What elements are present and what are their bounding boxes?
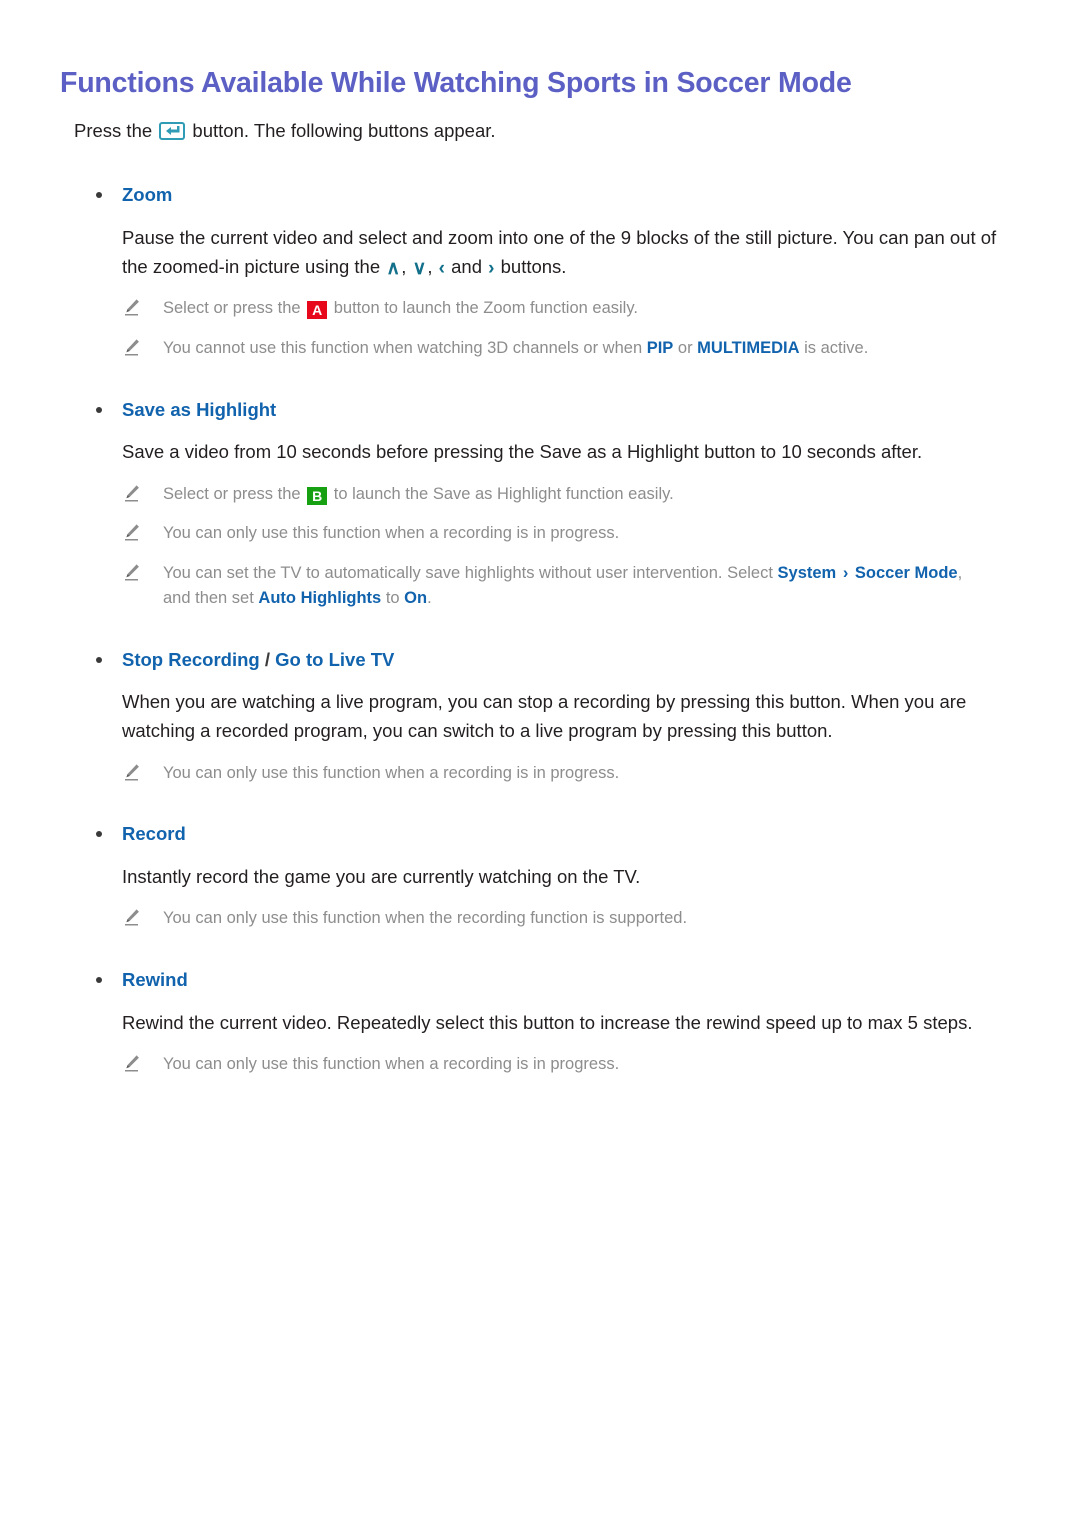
note-highlight-multimedia: MULTIMEDIA [697,338,800,357]
heading-separator: / [259,648,276,670]
note-item: Select or press the B to launch the Save… [60,467,1020,507]
bullet-heading-label: Save as Highlight [122,398,277,420]
note-item: Select or press the A button to launch t… [60,281,1020,321]
breadcrumb-arrow-icon: › [838,564,853,583]
bullet-heading-save-as-highlight: Save as Highlight [60,396,1020,424]
bullet-heading-label: Rewind [122,969,188,991]
section-rewind: Rewind Rewind the current video. Repeate… [60,931,1020,1077]
note-seg: You can set the TV to automatically save… [163,564,778,583]
bullet-heading-label: Record [122,823,186,845]
body-text-save-as-highlight: Save a video from 10 seconds before pres… [122,441,923,463]
note-item: You can only use this function when a re… [60,506,1020,546]
section-zoom: Zoom Pause the current video and select … [60,146,1020,361]
pencil-icon [122,908,141,927]
pencil-icon [122,763,141,782]
bullet-dot-icon [96,191,102,198]
note-seg: is active. [799,338,869,357]
body-text-rewind: Rewind the current video. Repeatedly sel… [122,1011,973,1033]
note-seg: or [673,338,698,357]
note-seg: to [381,588,405,607]
note-item: You can only use this function when the … [60,891,1020,931]
note-highlight-system: System [777,564,837,583]
intro-text-before: Press the [74,120,158,142]
note-item: You can only use this function when a re… [60,746,1020,786]
body-text-zoom: Pause the current video and select and z… [60,209,1020,281]
note-seg: You can only use this function when a re… [163,1055,620,1074]
section-stop-recording: Stop Recording / Go to Live TV When you … [60,611,1020,786]
chevron-down-icon: ∨ [412,257,427,279]
chevron-up-icon: ∧ [386,257,401,279]
bullet-dot-icon [96,406,102,413]
note-seg: . [427,588,432,607]
page-title: Functions Available While Watching Sport… [60,67,852,99]
note-highlight-soccer-mode: Soccer Mode [854,564,958,583]
pencil-icon [122,523,141,542]
note-seg: Select or press the [163,299,306,318]
zoom-body-part-2: buttons. [495,255,567,277]
chevron-sep-3: and [446,255,488,277]
note-seg: You can only use this function when a re… [163,524,620,543]
bullet-dot-icon [96,656,102,663]
note-highlight-on: On [404,588,428,607]
document-page: Functions Available While Watching Sport… [0,0,1080,1527]
body-text-stop-recording: When you are watching a live program, yo… [122,691,967,742]
note-seg: You can only use this function when the … [163,909,688,928]
pencil-icon [122,484,141,503]
body-text-record: Instantly record the game you are curren… [122,866,641,888]
pencil-icon [122,338,141,357]
pencil-icon [122,1054,141,1073]
bullet-heading-label-part-1: Stop Recording [122,648,260,670]
bullet-dot-icon [96,977,102,984]
bullet-heading-rewind: Rewind [60,966,1020,994]
bullet-heading-label: Zoom [122,183,173,205]
bullet-dot-icon [96,831,102,838]
note-item: You cannot use this function when watchi… [60,321,1020,361]
note-seg: You can only use this function when a re… [163,763,620,782]
chevron-left-icon: ‹ [438,257,445,279]
intro-text-after: button. The following buttons appear. [187,120,496,142]
note-item: You can set the TV to automatically save… [60,546,1020,611]
bullet-heading-stop-recording: Stop Recording / Go to Live TV [60,646,1020,674]
note-seg: Select or press the [163,484,306,503]
note-seg: to launch the Save as Highlight function… [329,484,674,503]
pencil-icon [122,298,141,317]
note-item: You can only use this function when a re… [60,1037,1020,1077]
chevron-sep-2: , [427,255,438,277]
note-highlight-auto-highlights: Auto Highlights [258,588,382,607]
red-a-button-icon: A [307,301,328,320]
intro-paragraph: Press the button. The following buttons … [60,100,1020,146]
enter-button-icon [159,122,186,141]
note-seg: button to launch the Zoom function easil… [329,299,638,318]
section-record: Record Instantly record the game you are… [60,785,1020,931]
green-b-button-icon: B [307,486,328,505]
bullet-heading-record: Record [60,820,1020,848]
note-highlight-pip: PIP [646,338,674,357]
chevron-sep-1: , [401,255,412,277]
note-seg: You cannot use this function when watchi… [163,338,647,357]
pencil-icon [122,563,141,582]
section-save-as-highlight: Save as Highlight Save a video from 10 s… [60,361,1020,611]
bullet-heading-label-part-2: Go to Live TV [275,648,395,670]
bullet-heading-zoom: Zoom [60,181,1020,209]
